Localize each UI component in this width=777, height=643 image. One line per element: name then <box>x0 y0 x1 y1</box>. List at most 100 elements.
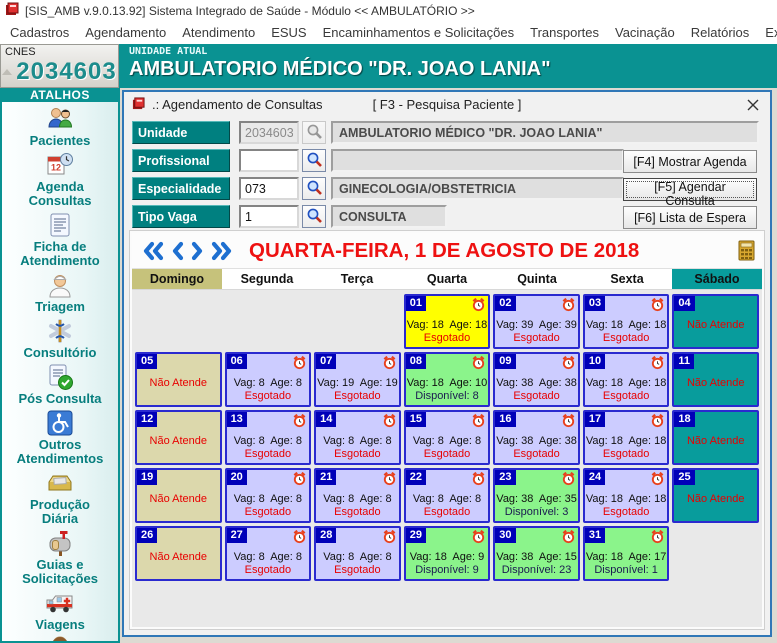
slots-info: Vag: 8 Age: 8 <box>227 551 310 563</box>
alarm-clock-icon <box>382 355 397 373</box>
menu-item-encaminhamentos-e-solicitacoes[interactable]: Encaminhamentos e Solicitações <box>315 22 523 43</box>
window-titlebar: [SIS_AMB v.9.0.13.92] Sistema Integrado … <box>0 0 777 21</box>
slots-info: Vag: 38 Age: 38 <box>495 377 578 389</box>
alarm-clock-icon <box>292 413 307 431</box>
svg-text:12: 12 <box>51 163 61 173</box>
menu-item-agendamento[interactable]: Agendamento <box>77 22 174 43</box>
especialidade-search-button[interactable] <box>302 177 326 200</box>
slots-status: Disponível: 9 <box>406 564 489 576</box>
sidebar-item-consultorio[interactable]: Consultório <box>2 317 118 360</box>
day-number: 23 <box>495 470 515 485</box>
menu-item-atendimento[interactable]: Atendimento <box>174 22 263 43</box>
calendar-cell-day-09[interactable]: 09Vag: 38 Age: 38Esgotado <box>493 352 580 407</box>
calculator-icon[interactable] <box>738 240 755 261</box>
alarm-clock-icon <box>471 529 486 547</box>
cnes-spinner <box>2 69 12 75</box>
menu-item-relatorios[interactable]: Relatórios <box>683 22 758 43</box>
tipo-vaga-search-button[interactable] <box>302 205 326 228</box>
menu-item-exportacoes[interactable]: Exportações <box>757 22 777 43</box>
menu-item-vacinacao[interactable]: Vacinação <box>607 22 683 43</box>
f5-agendar-consulta-button[interactable]: [F5] Agendar Consulta <box>623 178 757 201</box>
menu-item-cadastros[interactable]: Cadastros <box>2 22 77 43</box>
sidebar-item-viagens[interactable]: Viagens <box>2 589 118 632</box>
calendar-cell-day-26[interactable]: 26Não Atende <box>135 526 222 581</box>
tray-icon <box>2 469 118 498</box>
calendar-cell-day-13[interactable]: 13Vag: 8 Age: 8Esgotado <box>225 410 312 465</box>
calendar-cell-day-02[interactable]: 02Vag: 39 Age: 39Esgotado <box>493 294 580 349</box>
tipo-vaga-code-input[interactable] <box>239 205 299 228</box>
calendar-cell-day-17[interactable]: 17Vag: 18 Age: 18Esgotado <box>583 410 670 465</box>
sidebar-item-ficha-de-atendimento[interactable]: Ficha de Atendimento <box>2 211 118 268</box>
calendar-cell-day-01[interactable]: 01Vag: 18 Age: 18Esgotado <box>404 294 491 349</box>
slots-status: Disponível: 3 <box>495 506 578 518</box>
day-number: 06 <box>227 354 247 369</box>
calendar-cell-day-08[interactable]: 08Vag: 18 Age: 10Disponível: 8 <box>404 352 491 407</box>
calendar-cell-day-03[interactable]: 03Vag: 18 Age: 18Esgotado <box>583 294 670 349</box>
slots-status: Esgotado <box>585 448 668 460</box>
slots-info: Vag: 8 Age: 8 <box>316 435 399 447</box>
next-year-icon[interactable] <box>211 241 233 261</box>
calendar-cell-empty <box>672 526 759 581</box>
slots-info: Vag: 18 Age: 18 <box>406 319 489 331</box>
profissional-search-button[interactable] <box>302 149 326 172</box>
calendar-cell-day-19[interactable]: 19Não Atende <box>135 468 222 523</box>
calendar-cell-day-20[interactable]: 20Vag: 8 Age: 8Esgotado <box>225 468 312 523</box>
close-icon[interactable] <box>744 96 762 114</box>
sidebar-item-guias-e-solicitacoes[interactable]: Guias e Solicitações <box>2 529 118 586</box>
sidebar-item-pos-consulta[interactable]: Pós Consulta <box>2 363 118 406</box>
f4-mostrar-agenda-button[interactable]: [F4] Mostrar Agenda <box>623 150 757 173</box>
sidebar-item-agenda-consultas[interactable]: 12 Agenda Consultas <box>2 151 118 208</box>
calendar-cell-day-25[interactable]: 25Não Atende <box>672 468 759 523</box>
calendar-cell-day-21[interactable]: 21Vag: 8 Age: 8Esgotado <box>314 468 401 523</box>
calendar-cell-day-22[interactable]: 22Vag: 8 Age: 8Esgotado <box>404 468 491 523</box>
sidebar-item-outros-atendimentos[interactable]: Outros Atendimentos <box>2 409 118 466</box>
calendar-cell-day-27[interactable]: 27Vag: 8 Age: 8Esgotado <box>225 526 312 581</box>
calendar-cell-day-07[interactable]: 07Vag: 19 Age: 19Esgotado <box>314 352 401 407</box>
day-number: 07 <box>316 354 336 369</box>
slots-status: Esgotado <box>406 448 489 460</box>
day-number: 28 <box>316 528 336 543</box>
prev-year-icon[interactable] <box>142 241 164 261</box>
sidebar-item-producao-diaria[interactable]: Produção Diária <box>2 469 118 526</box>
calendar-cell-day-10[interactable]: 10Vag: 18 Age: 18Esgotado <box>583 352 670 407</box>
calendar-cell-day-12[interactable]: 12Não Atende <box>135 410 222 465</box>
menu-item-transportes[interactable]: Transportes <box>522 22 607 43</box>
menu-item-esus[interactable]: ESUS <box>263 22 314 43</box>
weekday-header-segunda: Segunda <box>222 269 312 289</box>
dialog-titlebar[interactable]: .: Agendamento de Consultas [ F3 - Pesqu… <box>124 92 770 117</box>
calendar-cell-day-28[interactable]: 28Vag: 8 Age: 8Esgotado <box>314 526 401 581</box>
especialidade-code-input[interactable] <box>239 177 299 200</box>
calendar-cell-day-30[interactable]: 30Vag: 38 Age: 15Disponível: 23 <box>493 526 580 581</box>
calendar-cell-day-18[interactable]: 18Não Atende <box>672 410 759 465</box>
sidebar-item-label: Agenda Consultas <box>13 180 107 208</box>
slots-info: Vag: 8 Age: 8 <box>227 377 310 389</box>
calendar-cell-day-14[interactable]: 14Vag: 8 Age: 8Esgotado <box>314 410 401 465</box>
calendar-cell-day-29[interactable]: 29Vag: 18 Age: 9Disponível: 9 <box>404 526 491 581</box>
day-number: 22 <box>406 470 426 485</box>
field-label-especialidade: Especialidade <box>132 177 230 200</box>
sidebar-item-triagem[interactable]: Triagem <box>2 271 118 314</box>
slots-info: Vag: 18 Age: 17 <box>585 551 668 563</box>
calendar-cell-day-16[interactable]: 16Vag: 38 Age: 38Esgotado <box>493 410 580 465</box>
calendar-cell-day-15[interactable]: 15Vag: 8 Age: 8Esgotado <box>404 410 491 465</box>
calendar-cell-day-24[interactable]: 24Vag: 18 Age: 18Esgotado <box>583 468 670 523</box>
calendar-cell-day-23[interactable]: 23Vag: 38 Age: 35Disponível: 3 <box>493 468 580 523</box>
calendar-cell-day-04[interactable]: 04Não Atende <box>672 294 759 349</box>
day-number: 16 <box>495 412 515 427</box>
field-label-unidade: Unidade <box>132 121 230 144</box>
calendar-cell-day-31[interactable]: 31Vag: 18 Age: 17Disponível: 1 <box>583 526 670 581</box>
calendar-cell-day-11[interactable]: 11Não Atende <box>672 352 759 407</box>
calendar-cell-day-05[interactable]: 05Não Atende <box>135 352 222 407</box>
sidebar-item-pacientes[interactable]: Pacientes <box>2 105 118 148</box>
slots-info: Vag: 8 Age: 8 <box>406 493 489 505</box>
f6-lista-de-espera-button[interactable]: [F6] Lista de Espera <box>623 206 757 229</box>
calendar-nav: QUARTA-FEIRA, 1 DE AGOSTO DE 2018 <box>132 233 762 269</box>
calendar-cell-day-06[interactable]: 06Vag: 8 Age: 8Esgotado <box>225 352 312 407</box>
next-month-icon[interactable] <box>191 241 204 261</box>
profissional-code-input[interactable] <box>239 149 299 172</box>
day-number: 03 <box>585 296 605 311</box>
day-number: 12 <box>137 412 157 427</box>
prev-month-icon[interactable] <box>171 241 184 261</box>
slots-status: Esgotado <box>495 332 578 344</box>
unidade-code-input[interactable] <box>239 121 299 144</box>
